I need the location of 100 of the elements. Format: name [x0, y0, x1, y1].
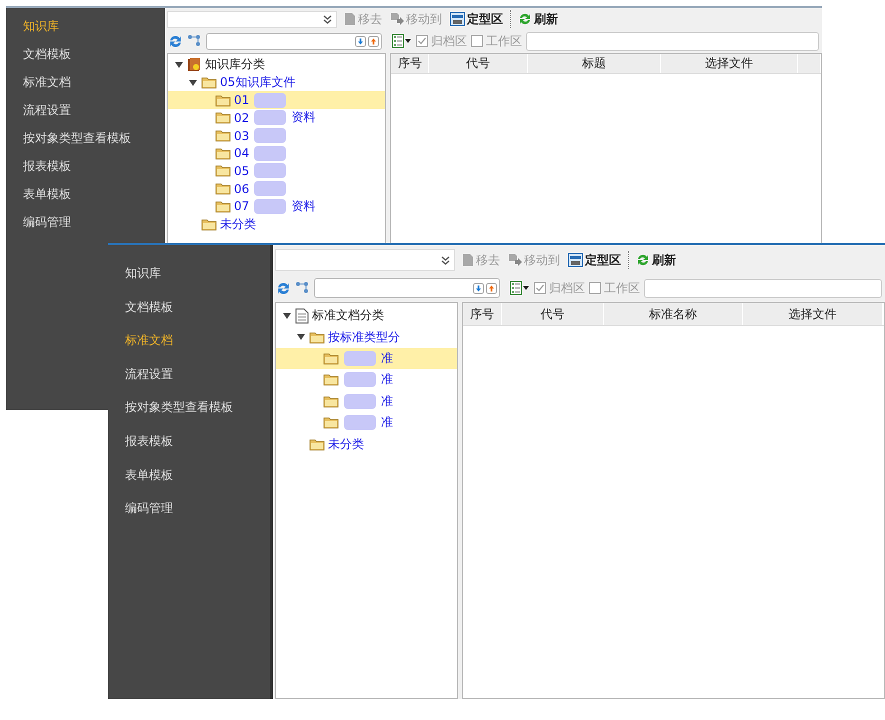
document-arrow-icon — [390, 12, 404, 26]
folder-icon — [323, 416, 339, 430]
tree-label: 知识库分类 — [205, 56, 265, 74]
search-field[interactable] — [314, 278, 500, 298]
down-arrow-button[interactable] — [355, 36, 366, 46]
toolbar-button[interactable]: 刷新 — [517, 10, 559, 28]
sidebar-item[interactable]: 编码管理 — [108, 492, 270, 526]
tree-row[interactable]: 02 资料 — [168, 109, 385, 127]
tree-row[interactable]: 准 — [276, 348, 457, 370]
tree-label: 准 — [381, 414, 393, 432]
list-view-icon[interactable] — [510, 281, 530, 295]
tree-structure-icon[interactable] — [187, 34, 202, 48]
tree-row[interactable]: 07 资料 — [168, 198, 385, 216]
tree-row[interactable]: 准 — [276, 412, 457, 434]
sidebar-item[interactable]: 按对象类型查看模板 — [6, 124, 165, 152]
tree-label: 未分类 — [220, 216, 256, 233]
checkbox[interactable] — [589, 282, 601, 294]
refresh-icon — [636, 253, 650, 267]
column-header[interactable]: 标题 — [528, 54, 661, 73]
tree-row[interactable]: 未分类 — [276, 433, 457, 455]
sidebar-item[interactable]: 报表模板 — [108, 424, 270, 459]
tree-row[interactable]: 标准文档分类 — [276, 305, 457, 326]
tree-label: 准 — [381, 371, 393, 388]
combo-field[interactable] — [275, 249, 455, 271]
folder-icon — [215, 164, 231, 178]
sidebar-item[interactable]: 编码管理 — [6, 208, 165, 236]
sidebar-item[interactable]: 文档模板 — [6, 40, 165, 68]
tree-row[interactable]: 04 — [168, 144, 385, 162]
tree-label: 02 — [234, 110, 250, 125]
tree-structure-icon[interactable] — [295, 281, 310, 295]
folder-icon — [215, 146, 231, 160]
expand-caret-icon[interactable] — [189, 78, 197, 87]
tree-label: 标准文档分类 — [312, 307, 384, 324]
tree-row[interactable]: 05知识库文件 — [168, 74, 385, 92]
folder-icon — [201, 218, 217, 231]
folder-icon — [309, 438, 325, 451]
column-header[interactable]: 选择文件 — [661, 54, 798, 73]
chevron-icon — [323, 14, 332, 24]
toolbar-button[interactable]: 定型区 — [567, 252, 622, 268]
column-header[interactable]: 序号 — [463, 303, 502, 325]
sidebar-item[interactable]: 报表模板 — [6, 152, 165, 180]
folder-icon — [309, 330, 325, 344]
tree-row[interactable]: 准 — [276, 369, 457, 391]
folder-icon — [201, 76, 217, 90]
combo-field[interactable] — [167, 10, 337, 28]
folder-icon — [215, 182, 231, 196]
sidebar-item[interactable]: 标准文档 — [108, 324, 270, 358]
list-view-icon[interactable] — [392, 34, 412, 48]
checkbox[interactable] — [534, 282, 546, 294]
column-header[interactable]: 标准名称 — [604, 303, 743, 325]
sidebar-item[interactable]: 标准文档 — [6, 68, 165, 96]
sidebar-item[interactable]: 按对象类型查看模板 — [108, 391, 270, 425]
document-icon — [462, 253, 474, 267]
input-field[interactable] — [644, 278, 882, 298]
up-arrow-button[interactable] — [368, 36, 379, 46]
tree-row[interactable]: 01 — [168, 91, 385, 110]
folder-icon — [215, 200, 231, 213]
sidebar-item[interactable]: 流程设置 — [108, 358, 270, 392]
tree-label: 未分类 — [328, 436, 364, 453]
folder-icon — [323, 394, 339, 408]
tree-row[interactable]: 03 — [168, 126, 385, 144]
expand-caret-icon[interactable] — [297, 333, 305, 342]
tree-row[interactable]: 未分类 — [168, 215, 385, 233]
sync-icon[interactable] — [276, 280, 291, 296]
sidebar-item[interactable]: 知识库 — [6, 12, 165, 40]
toolbar-button[interactable]: 刷新 — [635, 252, 677, 268]
search-field[interactable] — [206, 32, 382, 50]
tree-row[interactable]: 06 — [168, 180, 385, 198]
document-icon — [344, 12, 356, 26]
tree-row[interactable]: 05 — [168, 162, 385, 180]
folder-icon — [323, 352, 339, 365]
tree-label: 05知识库文件 — [220, 74, 296, 92]
checkbox[interactable] — [471, 35, 483, 47]
tree-label: 准 — [381, 392, 393, 410]
column-header[interactable]: 代号 — [429, 54, 528, 73]
sidebar-item[interactable]: 表单模板 — [6, 180, 165, 208]
expand-caret-icon[interactable] — [175, 60, 183, 69]
sidebar-item[interactable]: 流程设置 — [6, 96, 165, 124]
chevron-icon — [441, 256, 450, 264]
tree-label: 资料 — [291, 198, 316, 215]
input-field[interactable] — [526, 32, 819, 50]
folder-icon — [215, 111, 231, 124]
sync-icon[interactable] — [168, 34, 183, 48]
tree-row[interactable]: 按标准类型分 — [276, 326, 457, 348]
tree-row[interactable]: 知识库分类 — [168, 56, 385, 74]
checkbox[interactable] — [416, 35, 428, 47]
column-header[interactable]: 代号 — [502, 303, 604, 325]
sidebar-item[interactable]: 知识库 — [108, 257, 270, 291]
sidebar-item[interactable]: 表单模板 — [108, 458, 270, 492]
monitor-icon — [450, 12, 465, 26]
folder-icon — [215, 129, 231, 142]
down-arrow-button[interactable] — [473, 282, 484, 294]
sidebar-item[interactable]: 文档模板 — [108, 290, 270, 324]
column-header[interactable]: 选择文件 — [743, 303, 883, 325]
column-header[interactable]: 序号 — [391, 54, 429, 73]
tree-row[interactable]: 准 — [276, 390, 457, 412]
toolbar-button[interactable]: 定型区 — [449, 10, 504, 28]
expand-caret-icon[interactable] — [283, 312, 291, 320]
tree-label: 按标准类型分 — [328, 328, 400, 346]
up-arrow-button[interactable] — [486, 282, 497, 294]
